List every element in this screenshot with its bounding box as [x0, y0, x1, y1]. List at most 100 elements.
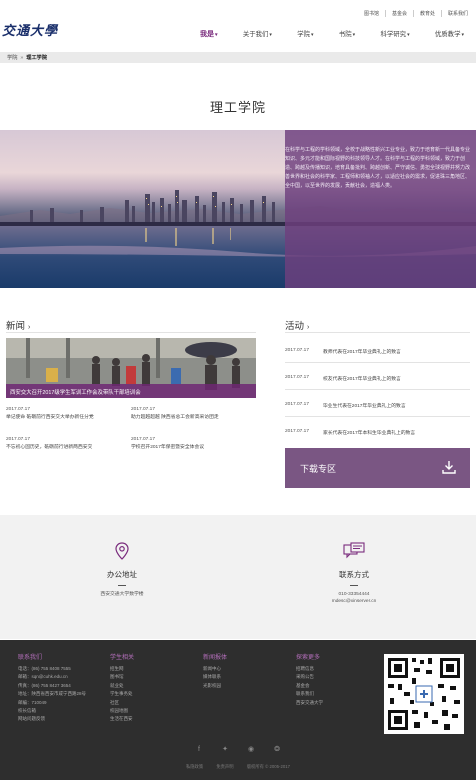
- site-footer: 联系我们 电话：(86) 755 8408 7555 邮箱：sqn@cuhk.e…: [0, 640, 476, 780]
- footer-col-heading: 学生相关: [110, 655, 135, 661]
- qr-code-image: [384, 654, 464, 734]
- twitter-icon[interactable]: ✦: [221, 746, 229, 754]
- copyright-text: 版权所有 © 2005-2017: [246, 764, 291, 769]
- contact-heading: 联系方式: [339, 570, 369, 579]
- footer-link[interactable]: 招聘信息: [296, 665, 323, 673]
- facebook-icon[interactable]: f: [195, 746, 203, 754]
- university-logo[interactable]: 交通大學: [2, 20, 58, 39]
- footer-link[interactable]: 图书馆: [110, 673, 134, 681]
- top-link[interactable]: 教育处: [412, 10, 441, 17]
- wechat-icon[interactable]: ❂: [273, 746, 281, 754]
- footer-link[interactable]: 就业处: [110, 682, 134, 690]
- activity-divider: [285, 416, 470, 417]
- chevron-right-icon: ›: [307, 324, 310, 331]
- footer-link[interactable]: 生活在西安: [110, 715, 134, 723]
- news-text[interactable]: 不忘初心固历史，砥砺前行进新两西安交: [6, 444, 126, 452]
- privacy-link[interactable]: 私隐政策: [186, 764, 203, 769]
- footer-link[interactable]: 社区: [110, 699, 134, 707]
- contact-phone: 010-33354444: [338, 592, 370, 597]
- contact-email[interactable]: mdesc@xinserver.cn: [304, 598, 404, 605]
- activity-item[interactable]: 2017.07.17 教师代表在2017年毕业典礼上的致言: [285, 348, 470, 355]
- footer-link[interactable]: 基金会: [296, 682, 323, 690]
- news-heading[interactable]: 新闻 ›: [6, 318, 30, 332]
- main-nav: 我是▾ 关于我们▾ 学院▾ 书院▾ 科学研究▾ 优质教学▾: [200, 29, 476, 39]
- nav-item-colleges[interactable]: 书院▾: [339, 29, 355, 39]
- footer-link[interactable]: 采购公告: [296, 673, 323, 681]
- activity-date: 2017.07.17: [285, 402, 310, 407]
- activity-item[interactable]: 2017.07.17 校友代表在2017年毕业典礼上的致言: [285, 375, 470, 382]
- footer-link[interactable]: 西安交通大学: [296, 699, 323, 707]
- news-item[interactable]: 2017.07.17 学校召开2017年保密暨安全体会议: [131, 436, 251, 452]
- news-item[interactable]: 2017.07.17 举记使命 砥砺前行西安交大举办新任分党: [6, 406, 126, 422]
- nav-item-wo-shi[interactable]: 我是▾: [200, 29, 218, 39]
- news-featured-caption[interactable]: 西安交大召开2017级学生军训工作会及带队干部培训会: [6, 384, 256, 398]
- download-zone-label: 下载专区: [300, 464, 337, 474]
- activity-date: 2017.07.17: [285, 375, 310, 380]
- top-link[interactable]: 联系我们: [440, 10, 474, 17]
- footer-col-heading: 探索更多: [296, 655, 321, 661]
- footer-link[interactable]: 学生事务处: [110, 690, 134, 698]
- footer-col-heading: 联系我们: [18, 655, 43, 661]
- chevron-down-icon: ▾: [269, 32, 272, 38]
- footer-line: 邮编：710049: [18, 699, 47, 705]
- nav-item-research[interactable]: 科学研究▾: [381, 29, 410, 39]
- activity-date: 2017.07.17: [285, 348, 310, 353]
- news-text[interactable]: 学校召开2017年保密暨安全体会议: [131, 444, 251, 452]
- activity-date: 2017.07.17: [285, 429, 310, 434]
- footer-col-heading: 新闻报体: [203, 655, 228, 661]
- footer-link[interactable]: 网站问题反馈: [18, 715, 86, 723]
- nav-item-schools[interactable]: 学院▾: [297, 29, 313, 39]
- download-zone-button[interactable]: 下载专区: [285, 448, 470, 488]
- activity-item[interactable]: 2017.07.17 家长代表在2017年本科生毕业典礼上的致言: [285, 429, 470, 436]
- activity-text[interactable]: 毕业生代表在2017年毕业典礼上的致言: [323, 402, 406, 409]
- footer-col-news: 新闻报体 新闻中心 媒体联系 光影校园: [203, 654, 227, 690]
- office-divider: [118, 585, 126, 586]
- page-title: 理工学院: [209, 100, 266, 115]
- chat-icon: [343, 542, 365, 559]
- footer-col-explore: 探索更多 招聘信息 采购公告 基金会 联系我们 西安交通大学: [296, 654, 323, 707]
- footer-link[interactable]: 校长信箱: [18, 707, 86, 715]
- activity-text[interactable]: 校友代表在2017年毕业典礼上的致言: [323, 375, 401, 382]
- contact-divider: [350, 585, 358, 586]
- activities-heading[interactable]: 活动 ›: [285, 318, 309, 332]
- footer-link[interactable]: 联系我们: [296, 690, 323, 698]
- chevron-down-icon: ▾: [311, 32, 314, 38]
- footer-line: 地址：陕西省西安市咸宁西路28号: [18, 691, 87, 697]
- footer-line: 传真：(86) 755 8427 3654: [18, 682, 71, 688]
- nav-item-teaching[interactable]: 优质教学▾: [435, 29, 464, 39]
- news-date: 2017.07.17: [131, 437, 156, 442]
- news-featured-image[interactable]: 西安交大召开2017级学生军训工作会及带队干部培训会: [6, 338, 256, 398]
- news-item[interactable]: 2017.07.17 助力超越超越 陕西省总工会新高采访团走: [131, 406, 251, 422]
- chevron-down-icon: ▾: [407, 32, 410, 38]
- nav-item-about[interactable]: 关于我们▾: [243, 29, 272, 39]
- footer-line: 电话：(86) 755 8408 7555: [18, 666, 71, 671]
- activity-text[interactable]: 家长代表在2017年本科生毕业典礼上的致言: [323, 429, 415, 436]
- disclaimer-link[interactable]: 免责声明: [216, 764, 233, 769]
- top-link[interactable]: 基金会: [384, 10, 413, 17]
- breadcrumb-root[interactable]: 学院: [7, 54, 17, 61]
- breadcrumb-current: 理工学院: [26, 55, 48, 61]
- location-pin-icon: [115, 542, 129, 560]
- weibo-icon[interactable]: ◉: [247, 746, 255, 754]
- footer-link[interactable]: 新闻中心: [203, 665, 227, 673]
- top-link[interactable]: 图书馆: [358, 10, 385, 17]
- footer-col-contact: 联系我们 电话：(86) 755 8408 7555 邮箱：sqn@cuhk.e…: [18, 654, 86, 724]
- footer-bottom-links: 私隐政策 免责声明 版权所有 © 2005-2017: [0, 764, 476, 770]
- download-icon: [442, 461, 456, 474]
- news-item[interactable]: 2017.07.17 不忘初心固历史，砥砺前行进新两西安交: [6, 436, 126, 452]
- footer-link[interactable]: 招生网: [110, 665, 134, 673]
- footer-link[interactable]: 校园地图: [110, 707, 134, 715]
- news-text[interactable]: 助力超越超越 陕西省总工会新高采访团走: [131, 414, 251, 422]
- activity-item[interactable]: 2017.07.17 毕业生代表在2017年毕业典礼上的致言: [285, 402, 470, 409]
- office-address-block: 办公地址 西安交通大学数学楼: [72, 542, 172, 598]
- footer-link[interactable]: 光影校园: [203, 682, 227, 690]
- activity-text[interactable]: 教师代表在2017年毕业典礼上的致言: [323, 348, 401, 355]
- chevron-down-icon: ▾: [461, 32, 464, 38]
- news-text[interactable]: 举记使命 砥砺前行西安交大举办新任分党: [6, 414, 126, 422]
- social-links: f ✦ ◉ ❂: [0, 746, 476, 754]
- chevron-down-icon: ▾: [352, 32, 356, 38]
- office-heading: 办公地址: [107, 570, 137, 579]
- chevron-right-icon: ›: [28, 324, 31, 331]
- footer-link[interactable]: 媒体联系: [203, 673, 227, 681]
- top-links: 图书馆 基金会 教育处 联系我们: [358, 10, 474, 17]
